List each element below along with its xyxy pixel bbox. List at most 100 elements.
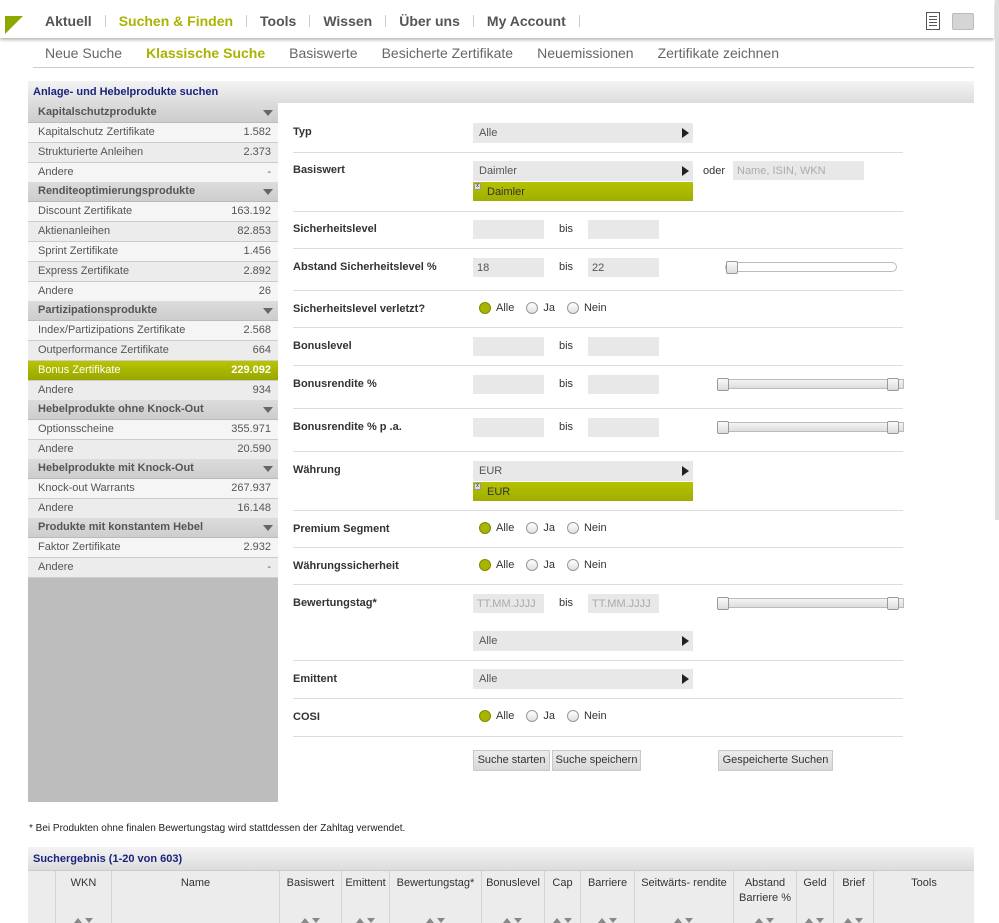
column-header-wkn[interactable]: WKN	[55, 871, 111, 923]
column-header-cap[interactable]: Cap	[544, 871, 580, 923]
sort-icon[interactable]	[552, 918, 574, 923]
column-header-brief[interactable]: Brief	[833, 871, 873, 923]
abstand-slider[interactable]	[725, 261, 897, 274]
bonuslevel-to-input[interactable]	[588, 337, 659, 356]
sidebar-item[interactable]: Express Zertifikate 2.892	[28, 262, 278, 282]
column-header-abstand-barriere[interactable]: Abstand Barriere %	[733, 871, 796, 923]
nav-my-account[interactable]: My Account	[474, 13, 579, 29]
radio-nein[interactable]: Nein	[566, 302, 607, 314]
radio-ja[interactable]: Ja	[526, 710, 555, 722]
search-start-button[interactable]: Suche starten	[473, 750, 550, 771]
search-save-button[interactable]: Suche speichern	[552, 750, 641, 771]
category-header[interactable]: Hebelprodukte ohne Knock-Out	[28, 400, 278, 420]
slider-handle-max[interactable]	[887, 421, 899, 434]
emittent-select[interactable]: Alle	[473, 669, 693, 689]
bonusrendite-pa-from-input[interactable]	[473, 418, 544, 437]
bonusrendite-to-input[interactable]	[588, 375, 659, 394]
waehrung-select[interactable]: EUR	[473, 461, 693, 481]
subnav-neuemissionen[interactable]: Neuemissionen	[525, 45, 646, 67]
category-header[interactable]: Partizipationsprodukte	[28, 301, 278, 321]
sort-icon[interactable]	[597, 918, 619, 923]
subnav-basiswerte[interactable]: Basiswerte	[277, 45, 369, 67]
sort-icon[interactable]	[754, 918, 776, 923]
radio-nein[interactable]: Nein	[566, 522, 607, 534]
sidebar-item[interactable]: Andere 16.148	[28, 499, 278, 519]
sicherheitslevel-from-input[interactable]	[473, 220, 544, 239]
sidebar-item[interactable]: Andere 934	[28, 381, 278, 401]
sidebar-item[interactable]: Andere -	[28, 558, 278, 578]
radio-alle[interactable]: Alle	[479, 522, 514, 534]
subnav-besicherte-zertifikate[interactable]: Besicherte Zertifikate	[370, 45, 526, 67]
sort-icon[interactable]	[502, 918, 524, 923]
column-header-geld[interactable]: Geld	[796, 871, 833, 923]
sort-icon[interactable]	[843, 918, 865, 923]
radio-alle[interactable]: Alle	[479, 302, 514, 314]
category-header[interactable]: Kapitalschutzprodukte	[28, 103, 278, 123]
subnav-neue-suche[interactable]: Neue Suche	[33, 45, 134, 67]
radio-ja[interactable]: Ja	[526, 302, 555, 314]
pdf-icon[interactable]	[926, 12, 940, 30]
slider-handle-max[interactable]	[887, 378, 899, 391]
close-icon[interactable]: x	[474, 483, 481, 490]
saved-searches-button[interactable]: Gespeicherte Suchen	[718, 750, 833, 771]
column-header-seitwaerts-rendite[interactable]: Seitwärts- rendite	[634, 871, 733, 923]
bewertungstag-from-input[interactable]	[473, 594, 544, 613]
sidebar-item[interactable]: Outperformance Zertifikate 664	[28, 341, 278, 361]
scrollbar[interactable]	[995, 0, 999, 520]
category-header[interactable]: Renditeoptimierungsprodukte	[28, 182, 278, 202]
sidebar-item[interactable]: Sprint Zertifikate 1.456	[28, 242, 278, 262]
bonusrendite-from-input[interactable]	[473, 375, 544, 394]
slider-handle-max[interactable]	[887, 597, 899, 610]
sidebar-item-selected[interactable]: Bonus Zertifikate 229.092	[28, 361, 278, 381]
sidebar-item[interactable]: Optionsscheine 355.971	[28, 420, 278, 440]
bonusrendite-slider[interactable]	[717, 378, 904, 391]
nav-ueber-uns[interactable]: Über uns	[386, 13, 473, 29]
subnav-klassische-suche[interactable]: Klassische Suche	[134, 45, 277, 67]
basiswert-select[interactable]: Daimler	[473, 161, 693, 181]
basiswert-search-input[interactable]	[733, 161, 864, 180]
column-header-name[interactable]: Name	[111, 871, 279, 923]
radio-nein[interactable]: Nein	[566, 710, 607, 722]
radio-alle[interactable]: Alle	[479, 710, 514, 722]
slider-handle-min[interactable]	[717, 597, 729, 610]
abstand-to-input[interactable]	[588, 258, 659, 277]
nav-tools[interactable]: Tools	[247, 13, 309, 29]
nav-aktuell[interactable]: Aktuell	[32, 13, 105, 29]
category-header[interactable]: Hebelprodukte mit Knock-Out	[28, 459, 278, 479]
slider-handle-min[interactable]	[717, 421, 729, 434]
sort-icon[interactable]	[425, 918, 447, 923]
print-icon[interactable]	[952, 13, 974, 30]
sort-icon[interactable]	[73, 918, 95, 923]
radio-nein[interactable]: Nein	[566, 559, 607, 571]
bewertungstag-slider[interactable]	[717, 597, 904, 610]
sidebar-item[interactable]: Discount Zertifikate 163.192	[28, 202, 278, 222]
sidebar-item[interactable]: Knock-out Warrants 267.937	[28, 479, 278, 499]
nav-wissen[interactable]: Wissen	[310, 13, 385, 29]
bonuslevel-from-input[interactable]	[473, 337, 544, 356]
sidebar-item[interactable]: Strukturierte Anleihen 2.373	[28, 143, 278, 163]
sidebar-item[interactable]: Andere -	[28, 163, 278, 183]
column-header-barriere[interactable]: Barriere	[580, 871, 634, 923]
sidebar-item[interactable]: Index/Partizipations Zertifikate 2.568	[28, 321, 278, 341]
close-icon[interactable]: x	[474, 183, 481, 190]
column-header-bonuslevel[interactable]: Bonuslevel	[481, 871, 544, 923]
column-header-bewertungstag[interactable]: Bewertungstag*	[389, 871, 481, 923]
sidebar-item[interactable]: Andere 26	[28, 282, 278, 302]
sort-icon[interactable]	[355, 918, 377, 923]
radio-alle[interactable]: Alle	[479, 559, 514, 571]
nav-suchen-finden[interactable]: Suchen & Finden	[106, 13, 246, 29]
sort-icon[interactable]	[673, 918, 695, 923]
sidebar-item[interactable]: Faktor Zertifikate 2.932	[28, 538, 278, 558]
bonusrendite-pa-to-input[interactable]	[588, 418, 659, 437]
abstand-from-input[interactable]	[473, 258, 544, 277]
slider-handle-min[interactable]	[717, 378, 729, 391]
subnav-zertifikate-zeichnen[interactable]: Zertifikate zeichnen	[646, 45, 791, 67]
radio-ja[interactable]: Ja	[526, 559, 555, 571]
bewertungstag-period-select[interactable]: Alle	[473, 631, 693, 651]
category-header[interactable]: Produkte mit konstantem Hebel	[28, 518, 278, 538]
sidebar-item[interactable]: Kapitalschutz Zertifikate 1.582	[28, 123, 278, 143]
slider-handle[interactable]	[726, 261, 738, 274]
typ-select[interactable]: Alle	[473, 123, 693, 143]
column-header-emittent[interactable]: Emittent	[341, 871, 389, 923]
bonusrendite-pa-slider[interactable]	[717, 421, 904, 434]
